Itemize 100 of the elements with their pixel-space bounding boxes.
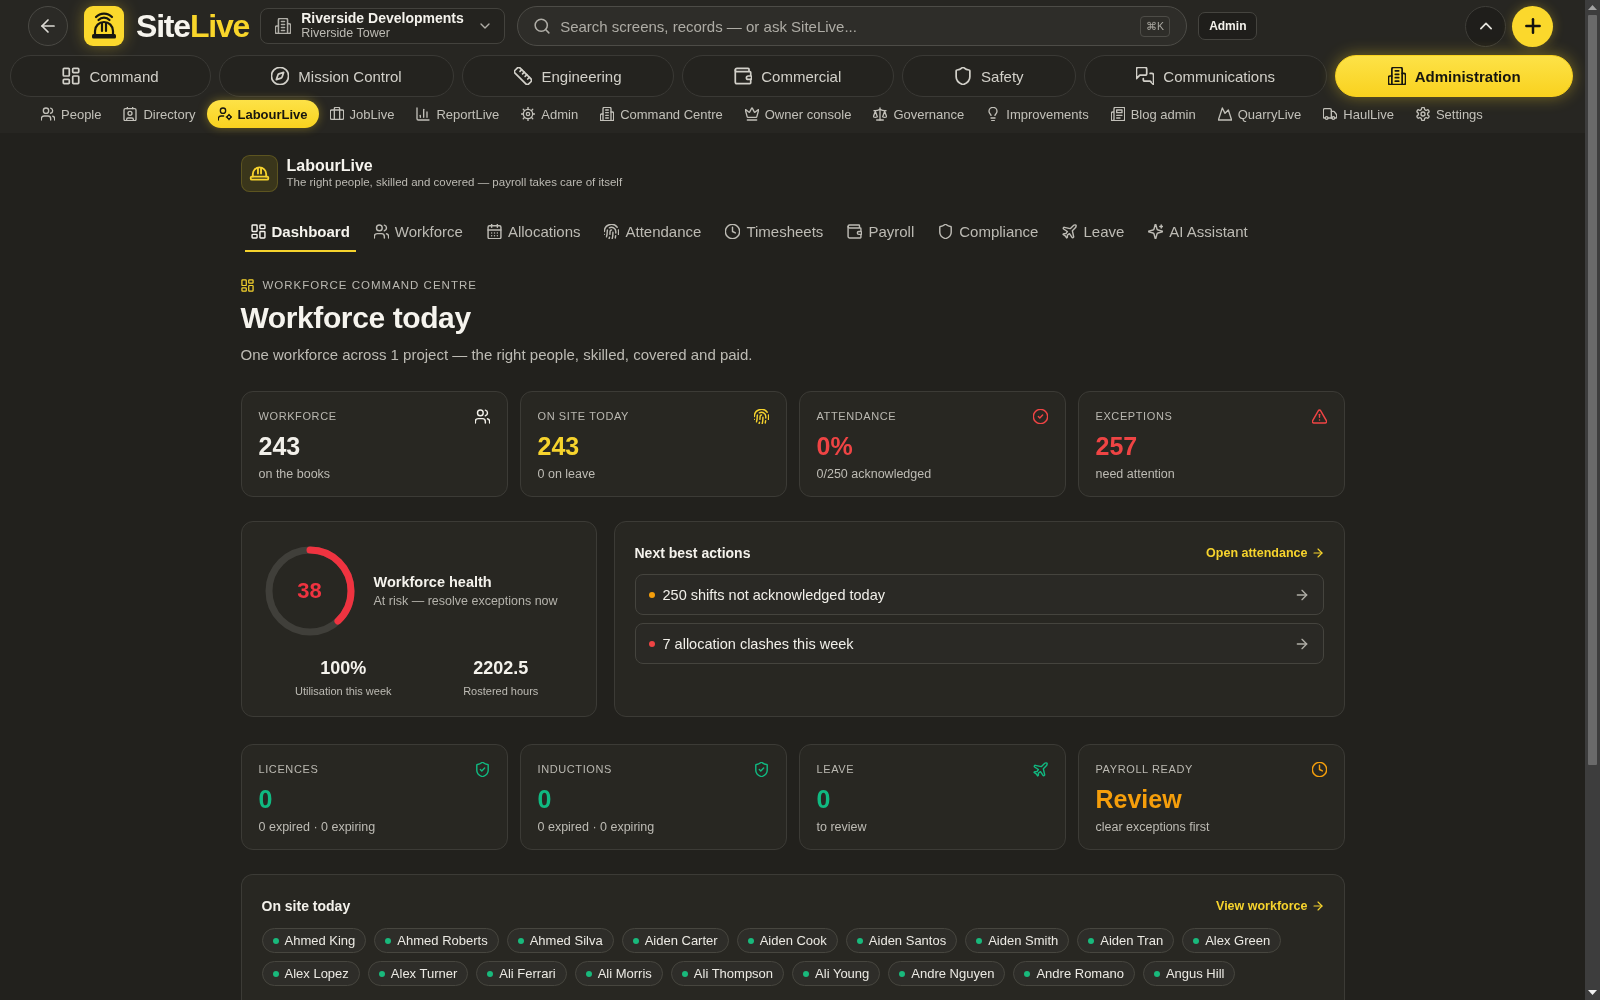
newspaper-icon <box>1110 107 1125 121</box>
project-selector[interactable]: Riverside Developments Riverside Tower <box>260 8 506 44</box>
subnav-link[interactable]: LabourLive <box>206 100 319 128</box>
stat-value: 0 <box>537 784 553 814</box>
app-tab[interactable]: Timesheets <box>719 214 830 252</box>
add-button[interactable] <box>1512 5 1553 47</box>
stat-caption: 0/250 acknowledged <box>816 466 933 483</box>
person-chip[interactable]: Aiden Smith <box>965 928 1070 953</box>
subnav-link[interactable]: Governance <box>862 100 976 128</box>
fingerprint-icon <box>753 408 769 424</box>
subnav-link[interactable]: Owner console <box>733 100 863 128</box>
scrollbar[interactable] <box>1585 0 1600 1000</box>
dashboard-icon <box>250 223 266 239</box>
stat-caption: need attention <box>1095 466 1176 483</box>
person-chip[interactable]: Alex Turner <box>367 961 469 986</box>
search-bar[interactable]: Search screens, records — or ask SiteLive... ⌘K <box>517 6 1188 46</box>
compass-icon <box>271 67 290 85</box>
page-description: One workforce across 1 project — the right people, skilled, covered and paid. <box>240 345 754 365</box>
stat-caption: on the books <box>258 466 332 483</box>
ruler-icon <box>514 67 533 85</box>
person-chip[interactable]: Ahmed Silva <box>506 928 614 953</box>
hard-hat-icon <box>84 6 124 46</box>
person-chip[interactable]: Andre Romano <box>1013 961 1135 986</box>
person-chip[interactable]: Aiden Tran <box>1077 928 1175 953</box>
app-tab[interactable]: Payroll <box>841 214 921 252</box>
status-dot-icon <box>1024 970 1031 977</box>
warning-icon <box>1311 408 1327 424</box>
health-title: Workforce health <box>373 574 493 590</box>
person-chip[interactable]: Aiden Santos <box>845 928 958 953</box>
status-dot-icon <box>378 970 385 977</box>
app-tab[interactable]: Dashboard <box>244 214 356 252</box>
app-tab[interactable]: Compliance <box>932 214 1045 252</box>
module-tab[interactable]: Engineering <box>462 55 674 97</box>
arrow-right-icon <box>1294 636 1309 651</box>
person-chip[interactable]: Ali Morris <box>574 961 663 986</box>
subnav-link[interactable]: ReportLive <box>405 100 511 128</box>
person-chip[interactable]: Aiden Cook <box>736 928 838 953</box>
module-tab[interactable]: Safety <box>901 55 1076 97</box>
person-chip[interactable]: Ali Thompson <box>670 961 785 986</box>
module-tab[interactable]: Administration <box>1335 55 1573 97</box>
status-dot-icon <box>976 937 983 944</box>
scroll-down-icon[interactable] <box>1588 990 1597 995</box>
module-tab[interactable]: Commercial <box>681 55 894 97</box>
action-item[interactable]: 250 shifts not acknowledged today <box>634 574 1324 615</box>
back-button[interactable] <box>28 6 68 46</box>
bar-chart-icon <box>416 107 431 121</box>
app-tab[interactable]: Attendance <box>598 214 708 252</box>
person-chip[interactable]: Aiden Carter <box>621 928 729 953</box>
plane-icon <box>1032 761 1048 777</box>
subnav-link[interactable]: Command Centre <box>589 100 734 128</box>
stat-caption: 0 on leave <box>537 466 597 483</box>
subnav-link[interactable]: HaulLive <box>1312 100 1405 128</box>
metric-label: Rostered hours <box>463 684 539 699</box>
person-chip[interactable]: Angus Hill <box>1142 961 1236 986</box>
app-tab[interactable]: Workforce <box>367 214 469 252</box>
action-item[interactable]: 7 allocation clashes this week <box>634 623 1324 664</box>
search-icon <box>534 18 551 34</box>
status-dot-icon <box>632 937 639 944</box>
status-dot-icon <box>681 970 688 977</box>
subnav-link[interactable]: Settings <box>1404 100 1494 128</box>
dashboard-icon <box>240 278 254 292</box>
module-tab[interactable]: Mission Control <box>218 55 455 97</box>
view-workforce-link[interactable]: View workforce <box>1216 899 1324 913</box>
subnav-link[interactable]: People <box>30 100 113 128</box>
person-chip[interactable]: Alex Green <box>1182 928 1282 953</box>
status-dot-icon <box>899 970 906 977</box>
stat-label: PAYROLL READY <box>1095 763 1193 775</box>
status-dot-icon <box>272 937 279 944</box>
stat-value: Review <box>1095 784 1183 814</box>
scroll-up-icon[interactable] <box>1588 5 1597 10</box>
person-chip[interactable]: Ahmed Roberts <box>374 928 499 953</box>
subnav-link[interactable]: Improvements <box>975 100 1100 128</box>
subnav-link[interactable]: Directory <box>112 100 207 128</box>
module-tab[interactable]: Communications <box>1083 55 1328 97</box>
person-chip[interactable]: Ali Ferrari <box>476 961 567 986</box>
person-chip[interactable]: Ali Young <box>792 961 881 986</box>
contact-card-icon <box>123 107 138 121</box>
chat-bubbles-icon <box>1136 67 1155 85</box>
health-status: At risk — resolve exceptions now <box>373 594 558 608</box>
person-chip[interactable]: Andre Nguyen <box>888 961 1006 986</box>
app-tab[interactable]: Allocations <box>480 214 587 252</box>
plane-icon <box>1062 223 1078 239</box>
open-attendance-link[interactable]: Open attendance <box>1206 546 1324 560</box>
subnav-link[interactable]: JobLive <box>318 100 406 128</box>
search-input[interactable]: Search screens, records — or ask SiteLive... <box>560 16 1131 36</box>
app-tab[interactable]: Leave <box>1056 214 1131 252</box>
stat-label: LEAVE <box>816 763 855 775</box>
app-tab[interactable]: AI Assistant <box>1142 214 1254 252</box>
subnav-link[interactable]: Admin <box>510 100 590 128</box>
card-title: On site today <box>261 898 351 914</box>
subnav-link[interactable]: QuarryLive <box>1206 100 1313 128</box>
person-chip[interactable]: Ahmed King <box>261 928 367 953</box>
status-dot-icon <box>1153 970 1160 977</box>
clock-icon <box>1311 761 1327 777</box>
person-chip[interactable]: Alex Lopez <box>261 961 360 986</box>
subnav-link[interactable]: Blog admin <box>1099 100 1207 128</box>
scrollbar-thumb[interactable] <box>1588 15 1597 765</box>
shield-check-icon <box>474 761 490 777</box>
cog-icon <box>521 107 536 121</box>
module-tab[interactable]: Command <box>10 55 211 97</box>
